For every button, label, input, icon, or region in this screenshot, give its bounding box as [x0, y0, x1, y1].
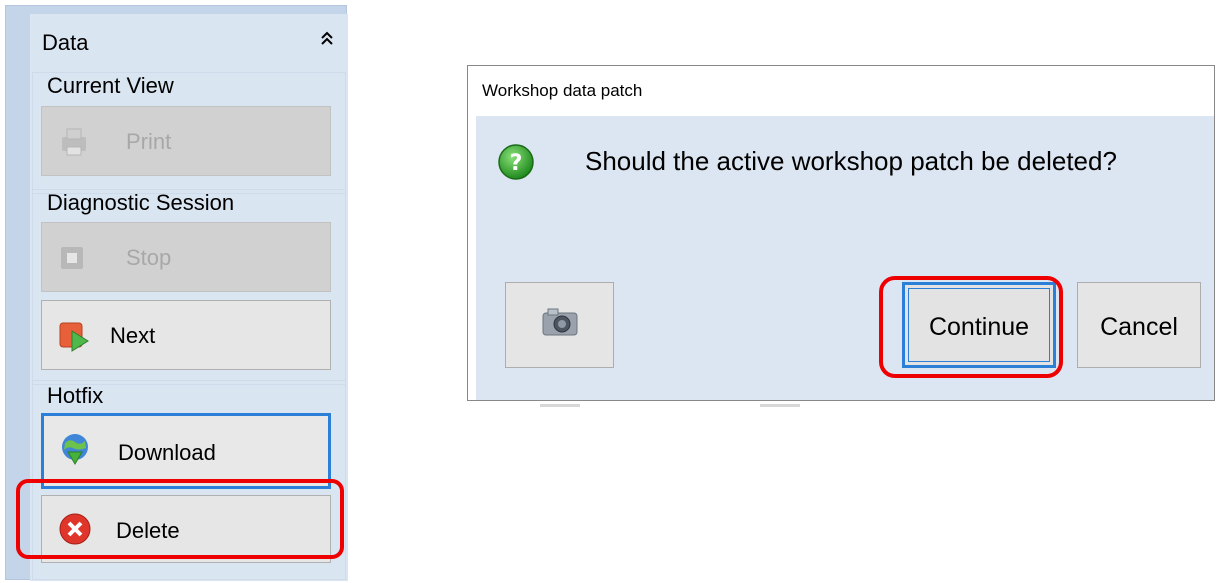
- svg-text:?: ?: [510, 151, 523, 176]
- section-title-hotfix: Hotfix: [47, 383, 104, 408]
- double-chevron-up-icon[interactable]: [318, 28, 336, 50]
- dialog-title: Workshop data patch: [482, 81, 643, 100]
- background-artifact: [760, 404, 800, 407]
- download-label: Download: [118, 440, 216, 465]
- continue-highlight: [879, 276, 1063, 378]
- printer-icon: [62, 128, 86, 156]
- print-label: Print: [126, 129, 172, 154]
- workshop-data-patch-dialog: Workshop data patch ? Should the active …: [467, 65, 1215, 401]
- globe-download-icon: [62, 434, 88, 465]
- camera-icon: [542, 308, 578, 336]
- print-button[interactable]: Print: [41, 106, 331, 176]
- stop-icon: [61, 247, 83, 269]
- dialog-left-edge: [468, 116, 476, 400]
- question-icon: ?: [498, 144, 534, 180]
- section-title-current-view: Current View: [47, 73, 174, 98]
- dialog-titlebar[interactable]: Workshop data patch: [468, 66, 1214, 116]
- next-icon: [59, 322, 89, 352]
- screenshot-button[interactable]: [505, 282, 614, 368]
- cancel-label: Cancel: [1100, 313, 1178, 341]
- panel-title: Data: [42, 30, 89, 55]
- dialog-message: Should the active workshop patch be dele…: [585, 146, 1117, 176]
- next-button[interactable]: Next: [41, 300, 331, 370]
- background-artifact: [540, 404, 580, 407]
- stop-button[interactable]: Stop: [41, 222, 331, 292]
- section-diagnostic-session: Diagnostic Session Stop Next: [32, 189, 346, 385]
- stop-label: Stop: [126, 245, 172, 270]
- cancel-button[interactable]: Cancel: [1077, 282, 1201, 368]
- download-button[interactable]: Download: [41, 413, 331, 489]
- section-current-view: Current View Print: [32, 72, 346, 194]
- delete-highlight: [16, 479, 344, 559]
- section-title-diagnostic-session: Diagnostic Session: [47, 190, 235, 215]
- panel-header[interactable]: Data: [30, 14, 348, 62]
- next-label: Next: [110, 323, 156, 348]
